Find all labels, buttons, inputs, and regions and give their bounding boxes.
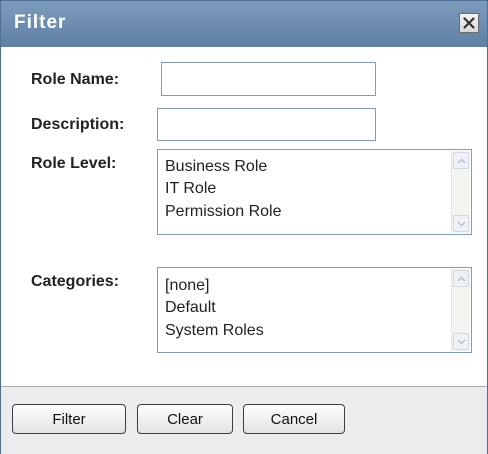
categories-listbox[interactable]: [none] Default System Roles	[157, 267, 472, 353]
scroll-down-button[interactable]	[453, 215, 469, 232]
role-level-option[interactable]: Permission Role	[165, 203, 281, 221]
scroll-up-button[interactable]	[453, 270, 469, 287]
filter-dialog: Filter Role Name: Description: Role Leve…	[0, 0, 488, 454]
categories-label: Categories:	[31, 273, 120, 290]
chevron-up-icon	[457, 158, 465, 163]
role-level-listbox[interactable]: Business Role IT Role Permission Role	[157, 149, 472, 235]
category-option[interactable]: Default	[165, 299, 216, 317]
category-option[interactable]: [none]	[165, 277, 209, 295]
scroll-down-button[interactable]	[453, 333, 469, 350]
dialog-titlebar[interactable]: Filter	[1, 1, 487, 47]
categories-scrollbar[interactable]	[451, 269, 470, 351]
description-input[interactable]	[157, 108, 376, 141]
dialog-title: Filter	[14, 12, 67, 33]
scroll-up-button[interactable]	[453, 152, 469, 169]
category-option[interactable]: System Roles	[165, 322, 264, 340]
chevron-down-icon	[457, 221, 465, 226]
filter-button[interactable]: Filter	[12, 404, 126, 434]
role-level-option[interactable]: Business Role	[165, 158, 267, 176]
clear-button[interactable]: Clear	[137, 404, 233, 434]
cancel-button[interactable]: Cancel	[243, 404, 345, 434]
role-level-label: Role Level:	[31, 155, 117, 172]
close-icon	[463, 17, 475, 29]
role-level-scrollbar[interactable]	[451, 151, 470, 233]
role-name-label: Role Name:	[31, 71, 120, 88]
chevron-up-icon	[457, 276, 465, 281]
description-label: Description:	[31, 116, 125, 133]
close-button[interactable]	[459, 13, 479, 33]
role-name-input[interactable]	[161, 62, 376, 96]
role-level-option[interactable]: IT Role	[165, 180, 216, 198]
chevron-down-icon	[457, 339, 465, 344]
